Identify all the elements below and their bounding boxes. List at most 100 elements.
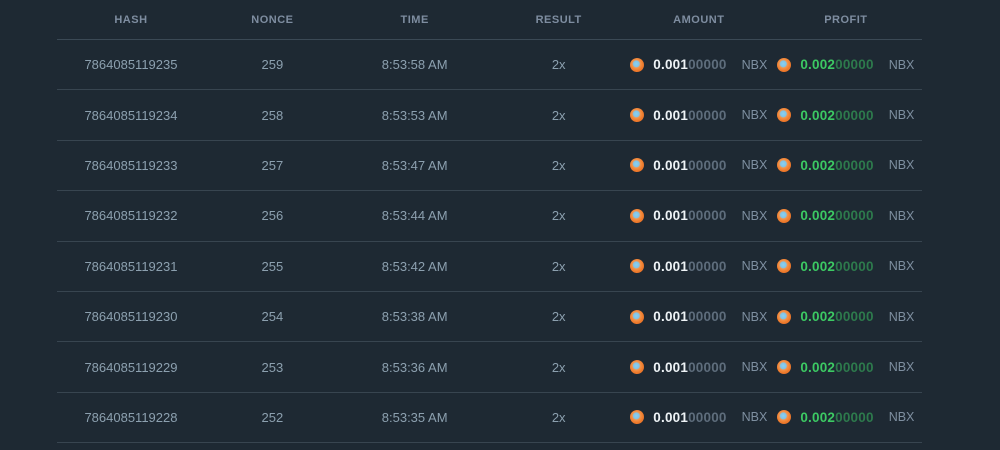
profit-value: 0.00200000 NBX <box>770 57 922 72</box>
profit-main: 0.002 <box>800 409 836 425</box>
result-cell: 2x <box>489 39 628 91</box>
profit-value: 0.00200000 NBX <box>770 108 922 123</box>
table-header-row: HASH NONCE TIME RESULT AMOUNT PROFIT <box>57 0 922 40</box>
column-header-nonce: NONCE <box>204 0 340 40</box>
time-cell: 8:53:47 AM <box>339 140 490 192</box>
coin-icon <box>630 410 645 425</box>
coin-icon <box>777 360 792 375</box>
coin-icon <box>630 259 645 274</box>
currency-label: NBX <box>741 259 768 274</box>
hash-cell: 7864085119232 <box>57 190 205 242</box>
amount-value: 0.00100000 NBX <box>628 259 770 274</box>
profit-main: 0.002 <box>800 57 836 73</box>
amount-main: 0.001 <box>653 359 689 375</box>
coin-icon <box>777 57 792 72</box>
hash-cell: 7864085119234 <box>57 89 205 141</box>
hash-cell: 7864085119233 <box>57 140 205 192</box>
profit-cell: 0.00200000 NBX <box>769 291 922 343</box>
profit-value: 0.00200000 NBX <box>770 158 922 173</box>
amount-main: 0.001 <box>653 208 689 224</box>
table-row: 7864085119231 255 8:53:42 AM 2x 0.001000… <box>57 241 922 292</box>
amount-cell: 0.00100000 NBX <box>627 89 770 141</box>
coin-icon <box>630 158 645 173</box>
profit-zeros: 00000 <box>835 208 874 224</box>
amount-value: 0.00100000 NBX <box>628 158 770 173</box>
result-cell: 2x <box>489 140 628 192</box>
currency-label: NBX <box>741 410 768 425</box>
nonce-cell: 252 <box>204 392 340 444</box>
table-row: 7864085119230 254 8:53:38 AM 2x 0.001000… <box>57 291 922 343</box>
amount-value: 0.00100000 NBX <box>628 360 770 375</box>
currency-label: NBX <box>888 410 915 425</box>
coin-icon <box>630 57 645 72</box>
result-cell: 2x <box>489 89 628 141</box>
currency-label: NBX <box>888 360 915 375</box>
amount-value: 0.00100000 NBX <box>628 309 770 324</box>
nonce-cell: 258 <box>204 89 340 141</box>
column-header-profit: PROFIT <box>769 0 922 40</box>
column-header-time: TIME <box>339 0 490 40</box>
time-cell: 8:53:36 AM <box>339 341 490 393</box>
time-cell: 8:53:58 AM <box>339 39 490 91</box>
amount-value: 0.00100000 NBX <box>628 57 770 72</box>
coin-icon <box>777 208 792 223</box>
result-cell: 2x <box>489 190 628 242</box>
nonce-cell: 257 <box>204 140 340 192</box>
amount-main: 0.001 <box>653 409 689 425</box>
currency-label: NBX <box>888 208 915 223</box>
profit-value: 0.00200000 NBX <box>770 259 922 274</box>
table-row: 7864085119229 253 8:53:36 AM 2x 0.001000… <box>57 341 922 393</box>
currency-label: NBX <box>741 360 768 375</box>
amount-zeros: 00000 <box>688 157 727 173</box>
profit-main: 0.002 <box>800 309 836 325</box>
amount-main: 0.001 <box>653 309 689 325</box>
result-cell: 2x <box>489 241 628 292</box>
coin-icon <box>630 309 645 324</box>
profit-cell: 0.00200000 NBX <box>769 89 922 141</box>
currency-label: NBX <box>741 158 768 173</box>
amount-value: 0.00100000 NBX <box>628 108 770 123</box>
bet-history-table-container: HASH NONCE TIME RESULT AMOUNT PROFIT 786… <box>57 0 922 444</box>
time-cell: 8:53:35 AM <box>339 392 490 444</box>
coin-icon <box>777 309 792 324</box>
profit-zeros: 00000 <box>835 409 874 425</box>
currency-label: NBX <box>741 309 768 324</box>
profit-cell: 0.00200000 NBX <box>769 190 922 242</box>
hash-cell: 7864085119228 <box>57 392 205 444</box>
profit-cell: 0.00200000 NBX <box>769 140 922 192</box>
amount-zeros: 00000 <box>688 57 727 73</box>
profit-value: 0.00200000 NBX <box>770 208 922 223</box>
bet-history-table: HASH NONCE TIME RESULT AMOUNT PROFIT 786… <box>57 0 922 444</box>
profit-value: 0.00200000 NBX <box>770 410 922 425</box>
amount-zeros: 00000 <box>688 208 727 224</box>
amount-main: 0.001 <box>653 157 689 173</box>
currency-label: NBX <box>888 57 915 72</box>
profit-cell: 0.00200000 NBX <box>769 392 922 444</box>
profit-value: 0.00200000 NBX <box>770 360 922 375</box>
profit-cell: 0.00200000 NBX <box>769 241 922 292</box>
profit-main: 0.002 <box>800 359 836 375</box>
currency-label: NBX <box>888 108 915 123</box>
profit-zeros: 00000 <box>835 309 874 325</box>
profit-main: 0.002 <box>800 208 836 224</box>
column-header-amount: AMOUNT <box>627 0 770 40</box>
amount-zeros: 00000 <box>688 309 727 325</box>
column-header-hash: HASH <box>57 0 205 40</box>
profit-zeros: 00000 <box>835 57 874 73</box>
amount-main: 0.001 <box>653 107 689 123</box>
hash-cell: 7864085119231 <box>57 241 205 292</box>
profit-main: 0.002 <box>800 258 836 274</box>
hash-cell: 7864085119229 <box>57 341 205 393</box>
currency-label: NBX <box>888 259 915 274</box>
currency-label: NBX <box>741 208 768 223</box>
nonce-cell: 256 <box>204 190 340 242</box>
time-cell: 8:53:44 AM <box>339 190 490 242</box>
coin-icon <box>630 108 645 123</box>
amount-cell: 0.00100000 NBX <box>627 39 770 91</box>
profit-zeros: 00000 <box>835 258 874 274</box>
currency-label: NBX <box>741 57 768 72</box>
table-row: 7864085119232 256 8:53:44 AM 2x 0.001000… <box>57 190 922 242</box>
hash-cell: 7864085119230 <box>57 291 205 343</box>
table-row: 7864085119235 259 8:53:58 AM 2x 0.001000… <box>57 39 922 91</box>
profit-main: 0.002 <box>800 107 836 123</box>
